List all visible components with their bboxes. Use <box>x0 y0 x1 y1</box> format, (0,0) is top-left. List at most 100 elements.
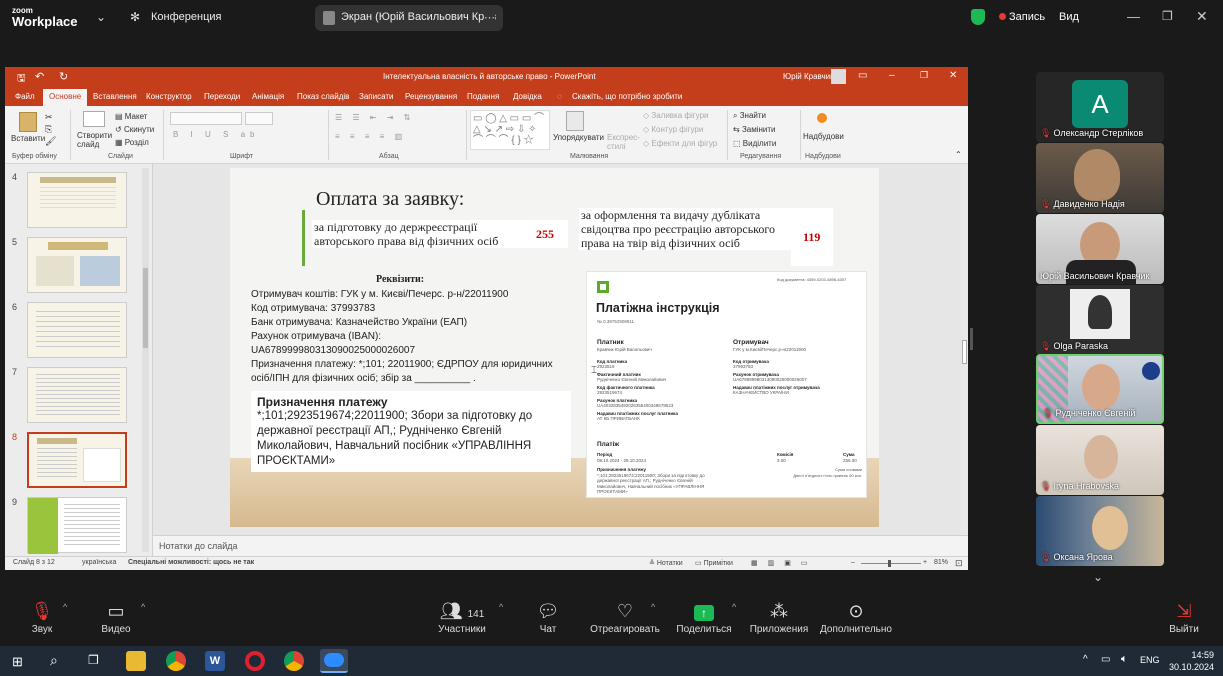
section-button[interactable]: ▦ Розділ <box>115 138 149 147</box>
chrome-icon[interactable] <box>166 651 186 671</box>
tab-review[interactable]: Рецензування <box>405 92 457 101</box>
shape-effects-button[interactable]: ◇ Ефекти для фігур <box>643 139 717 148</box>
more-button[interactable]: ⊙ Дополнительно <box>818 598 894 635</box>
shape-outline-button[interactable]: ◇ Контур фігури <box>643 125 703 134</box>
ppt-user-name[interactable]: Юрій Кравчик <box>783 72 834 81</box>
chevron-up-icon[interactable]: ^ <box>1083 654 1088 665</box>
minimize-icon[interactable]: — <box>1127 9 1140 24</box>
font-family-select[interactable] <box>170 112 242 125</box>
tab-slideshow[interactable]: Показ слайдів <box>297 92 349 101</box>
format-painter-icon[interactable]: 🖌 <box>45 136 56 147</box>
shapes-gallery[interactable]: ▭ ◯ △ ▭ ▭ ⌒ △ ↘ ↗ ⇨ ⇩ ✧ ⌒ ⌒ ⌒ { } ☆ <box>470 110 550 150</box>
participant-tile[interactable]: 🎙︎ Давиденко Надія <box>1036 143 1164 213</box>
slide-thumbnail-7[interactable] <box>27 367 127 423</box>
chat-button[interactable]: 💬︎ Чат <box>530 598 566 635</box>
minimize-icon[interactable]: – <box>889 70 895 81</box>
word-icon[interactable]: W <box>205 651 225 671</box>
apps-button[interactable]: ⁂ Приложения <box>746 598 812 635</box>
chrome-profile-icon[interactable] <box>284 651 304 671</box>
close-icon[interactable]: ✕ <box>949 70 957 81</box>
participants-button[interactable]: 👥︎ 141 Участники <box>434 598 490 635</box>
paste-button[interactable]: Вставити <box>11 134 45 143</box>
participant-tile[interactable]: A 🎙︎ Олександр Стерліков <box>1036 72 1164 142</box>
save-icon[interactable]: 🖫 <box>17 71 26 88</box>
maximize-icon[interactable]: ❐ <box>1162 9 1173 23</box>
tab-home[interactable]: Основне <box>43 89 88 106</box>
opera-icon[interactable] <box>245 651 265 671</box>
notes-pane[interactable]: Нотатки до слайда <box>153 535 968 557</box>
more-options-icon[interactable]: ⋯ <box>484 11 495 24</box>
slide-thumbnail-8[interactable] <box>27 432 127 488</box>
zoom-slider-handle[interactable] <box>888 560 891 567</box>
clock[interactable]: 14:59 30.10.2024 <box>1168 649 1214 673</box>
zoom-slider[interactable] <box>861 563 921 564</box>
paste-icon[interactable] <box>19 112 37 132</box>
chevron-up-icon[interactable]: ^ <box>651 602 655 612</box>
new-slide-icon[interactable] <box>83 111 105 127</box>
chevron-up-icon[interactable]: ^ <box>63 602 67 612</box>
avatar[interactable] <box>831 69 846 84</box>
language-indicator[interactable]: ENG <box>1140 655 1160 665</box>
search-icon[interactable]: ⌕ <box>50 652 58 669</box>
notes-toggle[interactable]: ≜ Нотатки <box>649 559 683 567</box>
tell-me-search[interactable]: Скажіть, що потрібно зробити <box>572 92 682 101</box>
tab-help[interactable]: Довідка <box>513 92 542 101</box>
audio-button[interactable]: 🎙︎ Звук <box>22 598 62 635</box>
layout-button[interactable]: ▤ Макет <box>115 112 147 121</box>
zoom-in-icon[interactable]: + <box>923 559 927 566</box>
zoom-taskbar-icon[interactable] <box>320 649 348 673</box>
tab-animations[interactable]: Анімація <box>252 92 284 101</box>
thumbs-scrollbar[interactable] <box>142 168 149 552</box>
participant-tile[interactable]: 🎙︎ Iryna Hrabovska <box>1036 425 1164 495</box>
select-button[interactable]: ⬚ Виділити <box>733 139 776 148</box>
chevron-down-icon[interactable]: ⌄ <box>96 10 106 24</box>
ribbon-display-icon[interactable]: ▭ <box>858 70 867 81</box>
splitter-handle[interactable] <box>970 328 973 350</box>
addins-button[interactable]: Надбудови <box>803 132 844 141</box>
participant-tile[interactable]: Юрій Васильович Кравчик <box>1036 214 1164 284</box>
replace-button[interactable]: ⇆ Замінити <box>733 125 776 134</box>
participant-tile-active-speaker[interactable]: 🎙︎ Рудніченко Євгеній <box>1036 354 1164 424</box>
recording-label[interactable]: Запись <box>1009 11 1045 23</box>
accessibility-status[interactable]: Спеціальні можливості: щось не так <box>128 559 254 566</box>
addins-icon[interactable] <box>817 113 827 123</box>
shield-icon[interactable] <box>971 9 985 25</box>
leave-button[interactable]: ⇲ Выйти <box>1166 598 1202 635</box>
close-icon[interactable]: ✕ <box>1196 8 1208 25</box>
reset-button[interactable]: ↺ Скинути <box>115 125 154 134</box>
slide-thumbnail-4[interactable] <box>27 172 127 228</box>
copy-icon[interactable]: ⎘ <box>45 124 52 135</box>
slide-thumbnail-5[interactable] <box>27 237 127 293</box>
file-explorer-icon[interactable] <box>126 651 146 671</box>
shape-fill-button[interactable]: ◇ Заливка фігури <box>643 111 709 120</box>
language-indicator[interactable]: українська <box>82 559 116 566</box>
zoom-level[interactable]: 81% <box>934 559 948 566</box>
list-buttons[interactable]: ☰ ☰ ⇤ ⇥ ⇅ <box>335 113 414 122</box>
new-slide-button[interactable]: Створити слайд <box>77 131 117 149</box>
align-buttons[interactable]: ≡ ≡ ≡ ≡ ▥ <box>335 132 406 141</box>
quick-styles-button[interactable]: Експрес-стилі <box>607 133 640 151</box>
chevron-down-icon[interactable]: ⌄ <box>1093 570 1103 584</box>
video-button[interactable]: ▭ Видео <box>96 598 136 635</box>
task-view-icon[interactable]: ❐ <box>88 653 99 667</box>
arrange-button[interactable]: Упорядкувати <box>553 133 604 142</box>
windows-start-icon[interactable]: ⊞ <box>12 654 23 670</box>
slide-thumbnail-6[interactable] <box>27 302 127 358</box>
screen-share-pill[interactable]: Экран (Юрій Васильович Крав <box>315 5 503 31</box>
participant-tile[interactable]: 🎙︎ Olga Paraska <box>1036 285 1164 355</box>
speaker-icon[interactable]: 🔈︎ <box>1121 653 1128 666</box>
find-button[interactable]: ⌕ Знайти <box>733 111 766 121</box>
font-size-select[interactable] <box>245 112 273 125</box>
fit-slide-icon[interactable]: ⊡ <box>955 558 963 569</box>
cut-icon[interactable]: ✂ <box>45 112 53 123</box>
tab-insert[interactable]: Вставлення <box>93 92 137 101</box>
tab-record[interactable]: Записати <box>359 92 394 101</box>
chevron-up-icon[interactable]: ^ <box>141 602 145 612</box>
participant-tile[interactable]: 🎙︎ Оксана Ярова <box>1036 496 1164 566</box>
zoom-out-icon[interactable]: – <box>851 559 855 566</box>
network-icon[interactable]: ▭ <box>1101 654 1110 665</box>
slide-scrollbar[interactable] <box>961 164 968 535</box>
conference-label[interactable]: Конференция <box>151 11 221 23</box>
slide-thumbnail-9[interactable] <box>27 497 127 554</box>
view-button[interactable]: Вид <box>1059 11 1079 23</box>
